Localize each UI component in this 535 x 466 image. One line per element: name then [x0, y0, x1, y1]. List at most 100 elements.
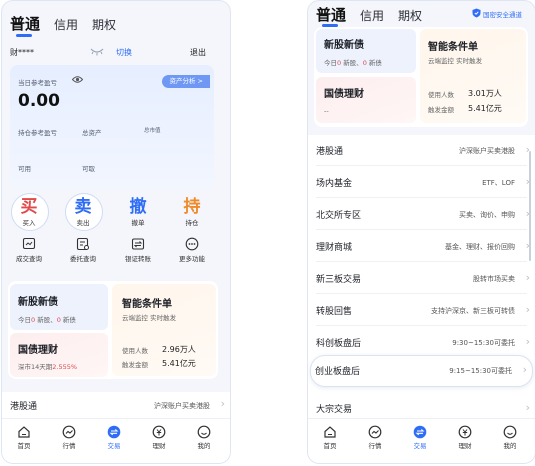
market-icon — [368, 425, 382, 439]
available-label: 可用 — [18, 165, 31, 173]
list-item[interactable]: 理财商城 基金、理财、报价回购 › — [308, 231, 535, 262]
nav-home[interactable]: 首页 — [4, 425, 44, 450]
chevron-right-icon: › — [220, 397, 225, 410]
order-query-button[interactable]: 委托查询 — [63, 237, 103, 263]
nav-trade-label: 交易 — [413, 442, 427, 450]
trigger-amount-label: 触发金额 — [428, 106, 454, 114]
chevron-right-icon: › — [525, 271, 530, 284]
ipo-sub-suffix: 新债 — [60, 316, 76, 324]
treasury-card[interactable]: 国债理财 深市14天期2.555% — [10, 333, 108, 377]
sell-button[interactable]: 卖 卖出 — [63, 197, 103, 227]
tab-credit[interactable]: 信用 — [54, 16, 78, 33]
ipo-card[interactable]: 新股新债 今日0 新股、0 新债 — [316, 29, 416, 73]
list-item-label: 场内基金 — [316, 179, 353, 189]
nav-mine-label: 我的 — [197, 442, 211, 450]
buy-glyph: 买 — [20, 197, 38, 217]
trigger-amount-value: 5.41亿元 — [162, 359, 196, 368]
nav-wealth-label: 理财 — [152, 442, 166, 450]
list-item-desc: ETF、LOF — [482, 179, 515, 187]
home-icon — [323, 425, 337, 439]
withdrawable-label: 可取 — [82, 165, 95, 173]
home-icon — [17, 425, 31, 439]
list-item-label: 北交所专区 — [316, 211, 362, 221]
ipo-card[interactable]: 新股新债 今日0 新股、0 新债 — [10, 284, 108, 330]
ipo-sub-suffix: 新债 — [366, 59, 382, 67]
shield-icon — [472, 8, 481, 18]
list-item-highlighted[interactable]: 创业板盘后 9:15~15:30可委托 › — [310, 355, 533, 387]
asset-analysis-button[interactable]: 资产分析 > — [162, 75, 210, 88]
buy-button[interactable]: 买 买入 — [9, 197, 49, 227]
cond-title: 智能条件单 — [428, 42, 478, 53]
list-item[interactable]: 新三板交易 股转市场买卖 › — [308, 263, 535, 294]
logout-button[interactable]: 退出 — [190, 47, 206, 58]
list-item-label: 科创板盘后 — [316, 339, 362, 349]
chevron-right-icon: › — [522, 363, 527, 376]
total-assets-label: 总资产 — [82, 129, 102, 137]
divider — [316, 229, 527, 230]
list-item[interactable]: 转股回售 支持沪深京、新三板可转债 › — [308, 295, 535, 326]
tab-normal[interactable]: 普通 — [316, 4, 346, 25]
nav-trade[interactable]: 交易 — [94, 425, 134, 450]
list-item-label: 新三板交易 — [316, 275, 362, 285]
tab-options[interactable]: 期权 — [398, 7, 422, 24]
nav-wealth[interactable]: 理财 — [445, 425, 485, 450]
list-item-label: 创业板盘后 — [315, 367, 361, 377]
buy-label: 买入 — [22, 219, 36, 227]
eye-closed-icon[interactable] — [90, 47, 104, 56]
tab-options[interactable]: 期权 — [92, 16, 116, 33]
trigger-amount-label: 触发金额 — [122, 361, 148, 369]
cancel-order-button[interactable]: 撤 撤单 — [118, 197, 158, 227]
nav-home-label: 首页 — [323, 442, 337, 450]
nav-wealth[interactable]: 理财 — [139, 425, 179, 450]
wealth-icon — [152, 425, 166, 439]
ipo-subtitle: 今日0 新股、0 新债 — [324, 57, 382, 67]
list-item-label: 理财商城 — [316, 243, 353, 253]
conditional-order-card[interactable]: 智能条件单 云端监控 实时触发 使用人数 3.01万人 触发金额 5.41亿元 — [420, 29, 526, 123]
nav-market[interactable]: 行情 — [355, 425, 395, 450]
cond-title: 智能条件单 — [122, 299, 172, 310]
list-item[interactable]: 北交所专区 买卖、询价、申购 › — [308, 199, 535, 230]
scrollbar[interactable] — [529, 151, 531, 261]
nav-trade[interactable]: 交易 — [400, 425, 440, 450]
list-item[interactable]: 场内基金 ETF、LOF › — [308, 167, 535, 198]
ipo-sub-prefix: 今日 — [18, 316, 31, 324]
nav-mine[interactable]: 我的 — [184, 425, 224, 450]
divider — [316, 165, 527, 166]
treasury-card[interactable]: 国债理财 -- — [316, 77, 416, 123]
account-type-tabs: 普通 信用 期权 — [10, 13, 116, 34]
chevron-right-icon: › — [525, 335, 530, 348]
active-tab-indicator — [16, 34, 32, 37]
switch-account-link[interactable]: 切换 — [116, 47, 132, 58]
holding-pnl-label: 持仓参考盈亏 — [18, 129, 57, 137]
list-item[interactable]: 港股通 沪深账户买卖港股 › — [308, 135, 535, 166]
list-item-desc: 买卖、询价、申购 — [459, 211, 515, 219]
nav-market[interactable]: 行情 — [49, 425, 89, 450]
nav-mine[interactable]: 我的 — [490, 425, 530, 450]
list-item-label: 大宗交易 — [316, 405, 353, 415]
nav-trade-label: 交易 — [107, 442, 121, 450]
nav-home-label: 首页 — [17, 442, 31, 450]
cond-subtitle: 云端监控 实时触发 — [122, 314, 177, 322]
positions-button[interactable]: 持 持仓 — [172, 197, 212, 227]
conditional-order-card[interactable]: 智能条件单 云端监控 实时触发 使用人数 2.96万人 触发金额 5.41亿元 — [112, 284, 216, 376]
wealth-icon — [458, 425, 472, 439]
list-item-desc: 沪深账户买卖港股 — [459, 147, 515, 155]
nav-mine-label: 我的 — [503, 442, 517, 450]
trade-services-list: 港股通 沪深账户买卖港股 › 场内基金 ETF、LOF › 北交所专区 买卖、询… — [308, 135, 535, 421]
positions-glyph: 持 — [183, 197, 201, 217]
hk-connect-desc: 沪深账户买卖港股 — [154, 402, 210, 410]
bank-transfer-button[interactable]: 银证转账 — [118, 237, 158, 263]
trade-query-button[interactable]: 成交查询 — [9, 237, 49, 263]
nav-home[interactable]: 首页 — [310, 425, 350, 450]
bottom-nav: 首页 行情 交易 理财 我的 — [2, 418, 230, 463]
tab-normal[interactable]: 普通 — [10, 13, 40, 34]
trade-query-icon — [22, 237, 36, 251]
daily-pnl-label: 当日参考盈亏 — [18, 79, 57, 87]
tab-credit[interactable]: 信用 — [360, 7, 384, 24]
hk-connect-row[interactable]: 港股通 沪深账户买卖港股 › — [2, 392, 230, 419]
ipo-sub-mid: 新股、 — [341, 59, 363, 67]
list-item[interactable]: 科创板盘后 9:30~15:30可委托 › — [308, 327, 535, 358]
eye-icon[interactable] — [72, 75, 83, 84]
more-functions-button[interactable]: 更多功能 — [172, 237, 212, 263]
market-icon — [62, 425, 76, 439]
